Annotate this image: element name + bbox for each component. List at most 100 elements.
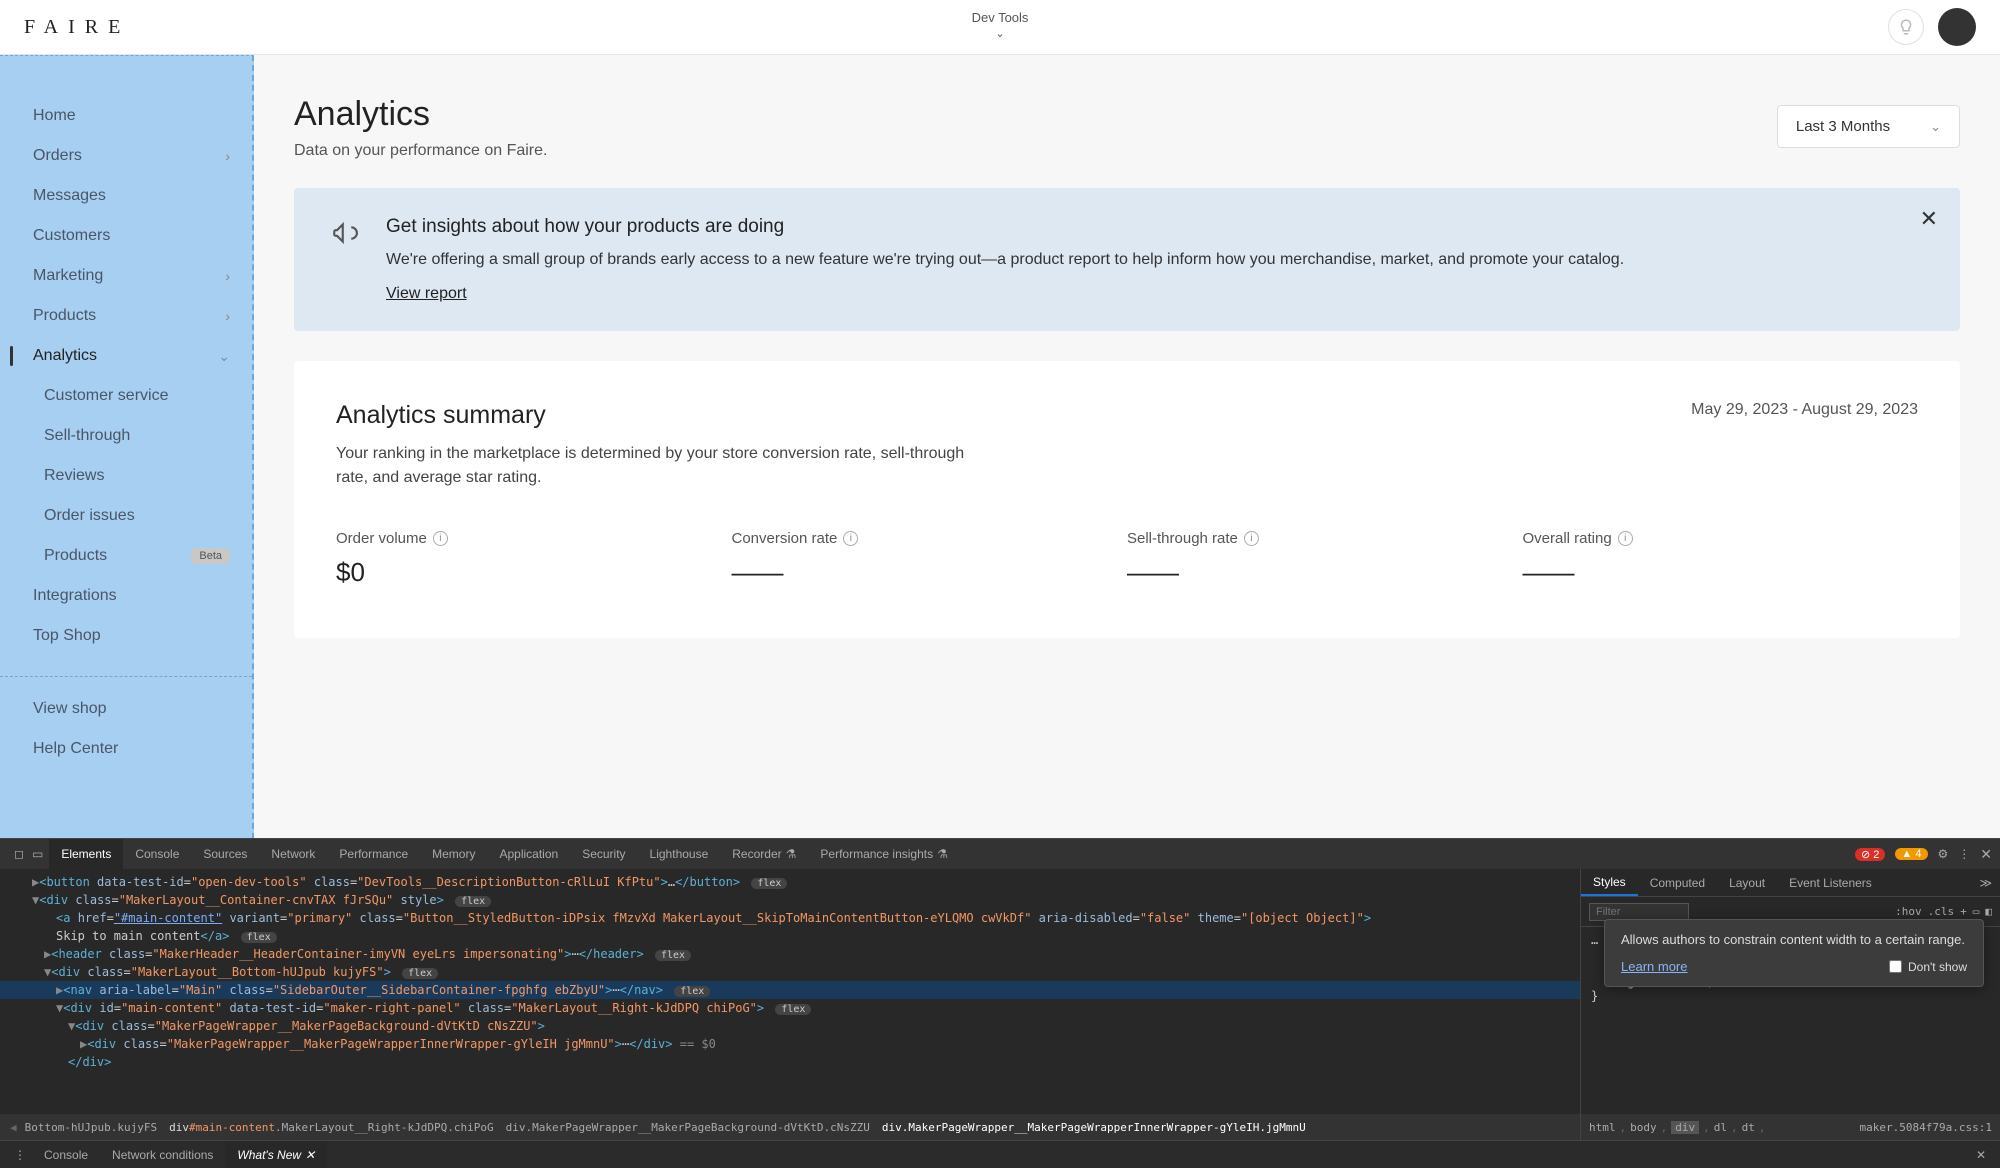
styles-panel: Styles Computed Layout Event Listeners ≫… [1580, 869, 2000, 1114]
sidebar-item-customers[interactable]: Customers [0, 216, 252, 256]
metric-overall-rating: Overall ratingi —— [1523, 530, 1919, 588]
chevron-left-icon[interactable]: ◀ [8, 1121, 19, 1134]
close-icon[interactable]: ✕ [1970, 1148, 1992, 1162]
sidebar-item-marketing[interactable]: Marketing› [0, 256, 252, 296]
chevron-right-icon: › [225, 308, 230, 324]
crumb[interactable]: div.MakerPageWrapper__MakerPageWrapperIn… [876, 1121, 1312, 1134]
elements-tree[interactable]: ▶<button data-test-id="open-dev-tools" c… [0, 869, 1580, 1114]
sidebar-item-integrations[interactable]: Integrations [0, 576, 252, 616]
metric-sell-through-rate: Sell-through ratei —— [1127, 530, 1523, 588]
sidebar-item-label: Integrations [33, 587, 117, 605]
info-icon[interactable]: i [1244, 531, 1259, 546]
drawer-tab-console[interactable]: Console [32, 1141, 100, 1168]
dont-show-checkbox[interactable]: Don't show [1889, 960, 1967, 974]
devtools-dropdown[interactable]: Dev Tools ⌄ [972, 10, 1029, 40]
drawer-tab-whats-new[interactable]: What's New ✕ [225, 1141, 327, 1168]
date-filter-dropdown[interactable]: Last 3 Months ⌄ [1777, 105, 1960, 148]
devtools-tabs: ◻ ▭ Elements Console Sources Network Per… [0, 839, 2000, 869]
error-count-badge[interactable]: ⊘ 2 [1855, 848, 1885, 861]
crumb[interactable]: dt [1742, 1121, 1755, 1134]
tab-performance[interactable]: Performance [327, 839, 420, 869]
page-title: Analytics [294, 95, 547, 134]
sidebar-item-label: View shop [33, 700, 107, 718]
crumb[interactable]: div#main-content.MakerLayout__Right-kJdD… [163, 1121, 500, 1134]
drawer-menu-icon[interactable]: ⋮ [8, 1148, 32, 1162]
tab-recorder[interactable]: Recorder ⚗ [720, 839, 808, 869]
tab-network[interactable]: Network [259, 839, 327, 869]
sidebar-subitem-products[interactable]: Products Beta [0, 536, 252, 576]
plus-icon[interactable]: + [1960, 905, 1967, 918]
tab-layout[interactable]: Layout [1717, 869, 1777, 896]
tab-lighthouse[interactable]: Lighthouse [638, 839, 721, 869]
computed-icon[interactable]: ◧ [1985, 905, 1992, 918]
sidebar-subitem-customer-service[interactable]: Customer service [0, 376, 252, 416]
elements-breadcrumb[interactable]: ◀ Bottom-hUJpub.kujyFS div#main-content.… [0, 1114, 1580, 1140]
summary-description: Your ranking in the marketplace is deter… [336, 442, 976, 490]
devtools-tooltip: Allows authors to constrain content widt… [1604, 919, 1984, 987]
sidebar-item-products[interactable]: Products› [0, 296, 252, 336]
sidebar-item-analytics[interactable]: Analytics⌄ [0, 336, 252, 376]
hov-toggle[interactable]: :hov [1895, 905, 1922, 918]
beta-badge: Beta [191, 548, 230, 564]
crumb[interactable]: Bottom-hUJpub.kujyFS [19, 1121, 163, 1134]
sidebar-item-view-shop[interactable]: View shop [0, 689, 252, 729]
sidebar-subitem-sell-through[interactable]: Sell-through [0, 416, 252, 456]
tab-sources[interactable]: Sources [191, 839, 259, 869]
tab-event-listeners[interactable]: Event Listeners [1777, 869, 1884, 896]
lightbulb-icon [1897, 18, 1915, 36]
chevron-down-icon: ⌄ [1930, 119, 1941, 135]
crumb[interactable]: dl [1714, 1121, 1727, 1134]
tab-security[interactable]: Security [570, 839, 637, 869]
close-icon[interactable]: ✕ [1980, 846, 1992, 863]
info-icon[interactable]: i [1618, 531, 1633, 546]
crumb[interactable]: html [1589, 1121, 1616, 1134]
avatar[interactable] [1938, 8, 1976, 46]
tab-application[interactable]: Application [487, 839, 570, 869]
tab-styles[interactable]: Styles [1581, 869, 1638, 896]
devtools-body: ▶<button data-test-id="open-dev-tools" c… [0, 869, 2000, 1114]
gear-icon[interactable]: ⚙ [1938, 847, 1949, 861]
crumb[interactable]: div.MakerPageWrapper__MakerPageBackgroun… [500, 1121, 876, 1134]
sidebar-item-label: Products [44, 547, 107, 565]
tab-elements[interactable]: Elements [49, 839, 123, 869]
print-icon[interactable]: ▭ [1973, 905, 1980, 918]
sidebar-item-top-shop[interactable]: Top Shop [0, 616, 252, 656]
cls-toggle[interactable]: .cls [1928, 905, 1955, 918]
app-header: FAIRE Dev Tools ⌄ [0, 0, 2000, 55]
info-icon[interactable]: i [433, 531, 448, 546]
more-icon[interactable]: ⋮ [1958, 847, 1970, 861]
sidebar-subitem-order-issues[interactable]: Order issues [0, 496, 252, 536]
close-button[interactable]: ✕ [1920, 206, 1938, 232]
tab-memory[interactable]: Memory [420, 839, 487, 869]
checkbox[interactable] [1889, 960, 1902, 973]
info-icon[interactable]: i [843, 531, 858, 546]
sidebar-subitem-reviews[interactable]: Reviews [0, 456, 252, 496]
sidebar-item-messages[interactable]: Messages [0, 176, 252, 216]
sidebar-item-home[interactable]: Home [0, 96, 252, 136]
inspect-element-icon[interactable]: ◻ [14, 847, 24, 861]
view-report-link[interactable]: View report [386, 285, 467, 302]
close-icon[interactable]: ✕ [305, 1148, 315, 1162]
summary-title: Analytics summary [336, 401, 546, 430]
sidebar-divider [0, 676, 252, 677]
chevron-right-icon: › [225, 268, 230, 284]
sidebar-item-label: Customer service [44, 387, 168, 405]
lightbulb-button[interactable] [1888, 9, 1924, 45]
sidebar-item-label: Reviews [44, 467, 104, 485]
header-right [1888, 8, 1976, 46]
more-icon[interactable]: ≫ [1971, 876, 2000, 890]
drawer-tab-network-conditions[interactable]: Network conditions [100, 1141, 225, 1168]
metric-label: Conversion ratei [732, 530, 1128, 547]
sidebar-item-orders[interactable]: Orders› [0, 136, 252, 176]
device-toolbar-icon[interactable]: ▭ [32, 847, 43, 861]
sidebar-item-help-center[interactable]: Help Center [0, 729, 252, 769]
tab-performance-insights[interactable]: Performance insights ⚗ [808, 839, 959, 869]
source-file[interactable]: maker.5084f79a.css:1 [1860, 1121, 1992, 1134]
crumb[interactable]: body [1630, 1121, 1657, 1134]
warning-count-badge[interactable]: ▲ 4 [1895, 848, 1927, 860]
tab-computed[interactable]: Computed [1638, 869, 1717, 896]
filter-input[interactable] [1589, 903, 1689, 921]
crumb[interactable]: div [1671, 1121, 1699, 1134]
learn-more-link[interactable]: Learn more [1621, 959, 1687, 974]
tab-console[interactable]: Console [123, 839, 191, 869]
